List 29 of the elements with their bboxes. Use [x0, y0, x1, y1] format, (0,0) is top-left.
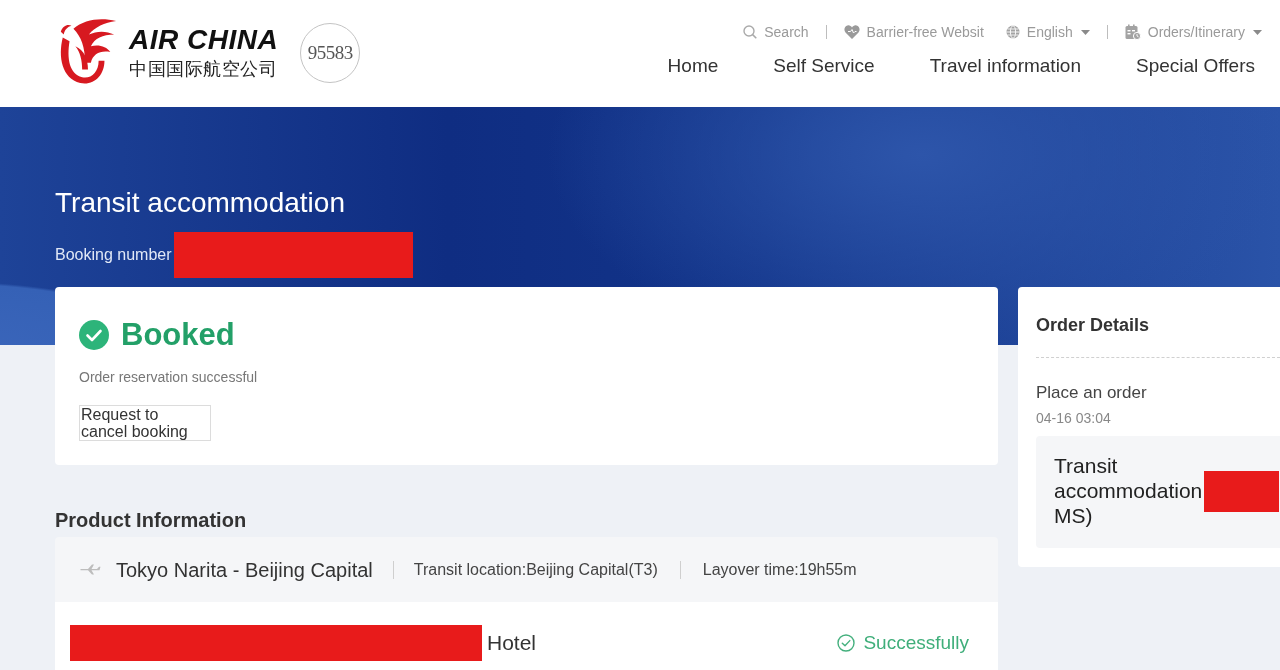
calendar-icon: [1124, 24, 1141, 40]
nav-link[interactable]: Self Service: [773, 54, 875, 78]
order-item-text: MS): [1054, 503, 1093, 528]
section-heading: Product Information: [55, 508, 247, 532]
globe-icon: [1005, 25, 1020, 39]
hotel-name: Hotel: [487, 629, 537, 656]
status-message: Order reservation successful: [79, 368, 258, 387]
brand-wordmark: AIR CHINA: [129, 24, 279, 56]
booking-status: Booked: [121, 316, 235, 354]
nav-link[interactable]: Home: [667, 54, 719, 78]
nav-link[interactable]: Special Offers: [1136, 54, 1255, 78]
check-circle-icon: [837, 633, 856, 652]
order-item-text: Transit accommodation: [1054, 453, 1204, 503]
transit-location: Transit location:Beijing Capital(T3): [413, 559, 658, 580]
panel-title: Order Details: [1036, 314, 1150, 337]
flight-route: Tokyo Narita - Beijing Capital: [116, 557, 373, 582]
nav-link[interactable]: Travel information: [929, 54, 1081, 78]
brand-chinese-name: 中国国际航空公司: [129, 58, 277, 81]
booking-number-label: Booking number: [55, 245, 172, 265]
search-icon: [743, 25, 758, 39]
check-circle-icon: [79, 320, 109, 350]
order-step-label: Place an order: [1036, 382, 1147, 404]
hotel-status: Successfully: [863, 630, 969, 655]
heart-icon: [843, 25, 860, 39]
order-step-time: 04-16 03:04: [1036, 409, 1111, 427]
cancel-booking-button[interactable]: Request to cancel booking: [79, 405, 211, 441]
plane-icon: [80, 564, 101, 575]
layover-time: Layover time:19h55m: [702, 559, 857, 580]
page-title: Transit accommodation: [55, 186, 345, 220]
